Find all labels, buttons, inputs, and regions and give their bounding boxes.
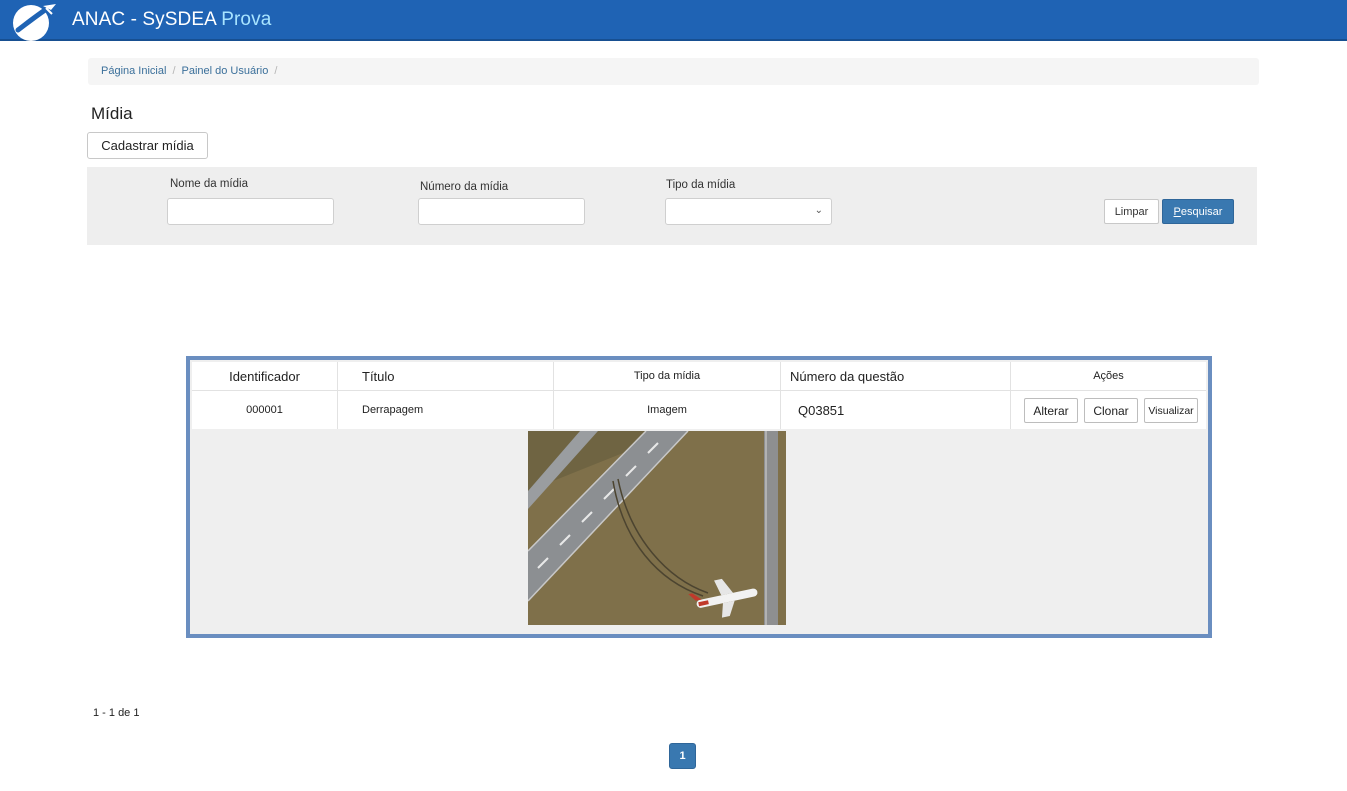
search-button-accesskey: P — [1173, 205, 1181, 218]
app-title-main: ANAC - SySDEA — [72, 9, 216, 30]
header-identifier[interactable]: Identificador — [192, 362, 338, 390]
cell-title: Derrapagem — [338, 391, 554, 429]
header-media-type[interactable]: Tipo da mídia — [554, 362, 781, 390]
edit-button[interactable]: Alterar — [1024, 398, 1078, 423]
breadcrumb: Página Inicial / Painel do Usuário / — [88, 58, 1259, 85]
header-actions: Ações — [1093, 370, 1124, 382]
media-number-label: Número da mídia — [420, 181, 509, 193]
media-type-label: Tipo da mídia — [666, 179, 736, 191]
aircraft-runway-excursion-photo — [528, 431, 786, 625]
cell-media-type: Imagem — [554, 391, 781, 429]
breadcrumb-home-link[interactable]: Página Inicial — [101, 65, 166, 77]
table-row[interactable]: 000001 Derrapagem Imagem Q03851 Alterar … — [192, 391, 1206, 429]
cell-identifier: 000001 — [192, 391, 338, 429]
register-media-button[interactable]: Cadastrar mídia — [87, 132, 208, 159]
media-type-select[interactable]: ⌄ — [665, 198, 832, 225]
header-title[interactable]: Título — [338, 362, 554, 390]
media-number-input[interactable] — [418, 198, 585, 225]
page-title: Mídia — [91, 104, 133, 123]
clone-button[interactable]: Clonar — [1084, 398, 1138, 423]
chevron-down-icon: ⌄ — [814, 205, 823, 216]
cell-actions: Alterar Clonar Visualizar — [1011, 391, 1206, 429]
breadcrumb-separator: / — [274, 65, 278, 77]
search-button-label: esquisar — [1180, 205, 1223, 218]
results-count: 1 - 1 de 1 — [93, 707, 140, 719]
breadcrumb-separator: / — [172, 65, 176, 77]
media-name-label: Nome da mídia — [170, 178, 248, 190]
filter-panel: Nome da mídia Número da mídia Tipo da mí… — [87, 167, 1257, 245]
clear-button[interactable]: Limpar — [1104, 199, 1159, 224]
page-1-button[interactable]: 1 — [669, 743, 696, 769]
view-button[interactable]: Visualizar — [1144, 398, 1198, 423]
top-navbar: ANAC - SySDEA Prova — [0, 0, 1347, 41]
breadcrumb-user-panel-link[interactable]: Painel do Usuário — [182, 65, 269, 77]
results-table: Identificador Título Tipo da mídia Númer… — [186, 356, 1212, 638]
app-title-accent: Prova — [221, 9, 272, 30]
header-question-number[interactable]: Número da questão — [781, 362, 1011, 390]
app-title[interactable]: ANAC - SySDEA Prova — [72, 9, 271, 31]
cell-question-number: Q03851 — [781, 391, 1011, 429]
media-name-input[interactable] — [167, 198, 334, 225]
table-header-row: Identificador Título Tipo da mídia Númer… — [192, 362, 1206, 391]
airplane-logo-icon[interactable] — [10, 2, 58, 42]
search-button[interactable]: Pesquisar — [1162, 199, 1234, 224]
